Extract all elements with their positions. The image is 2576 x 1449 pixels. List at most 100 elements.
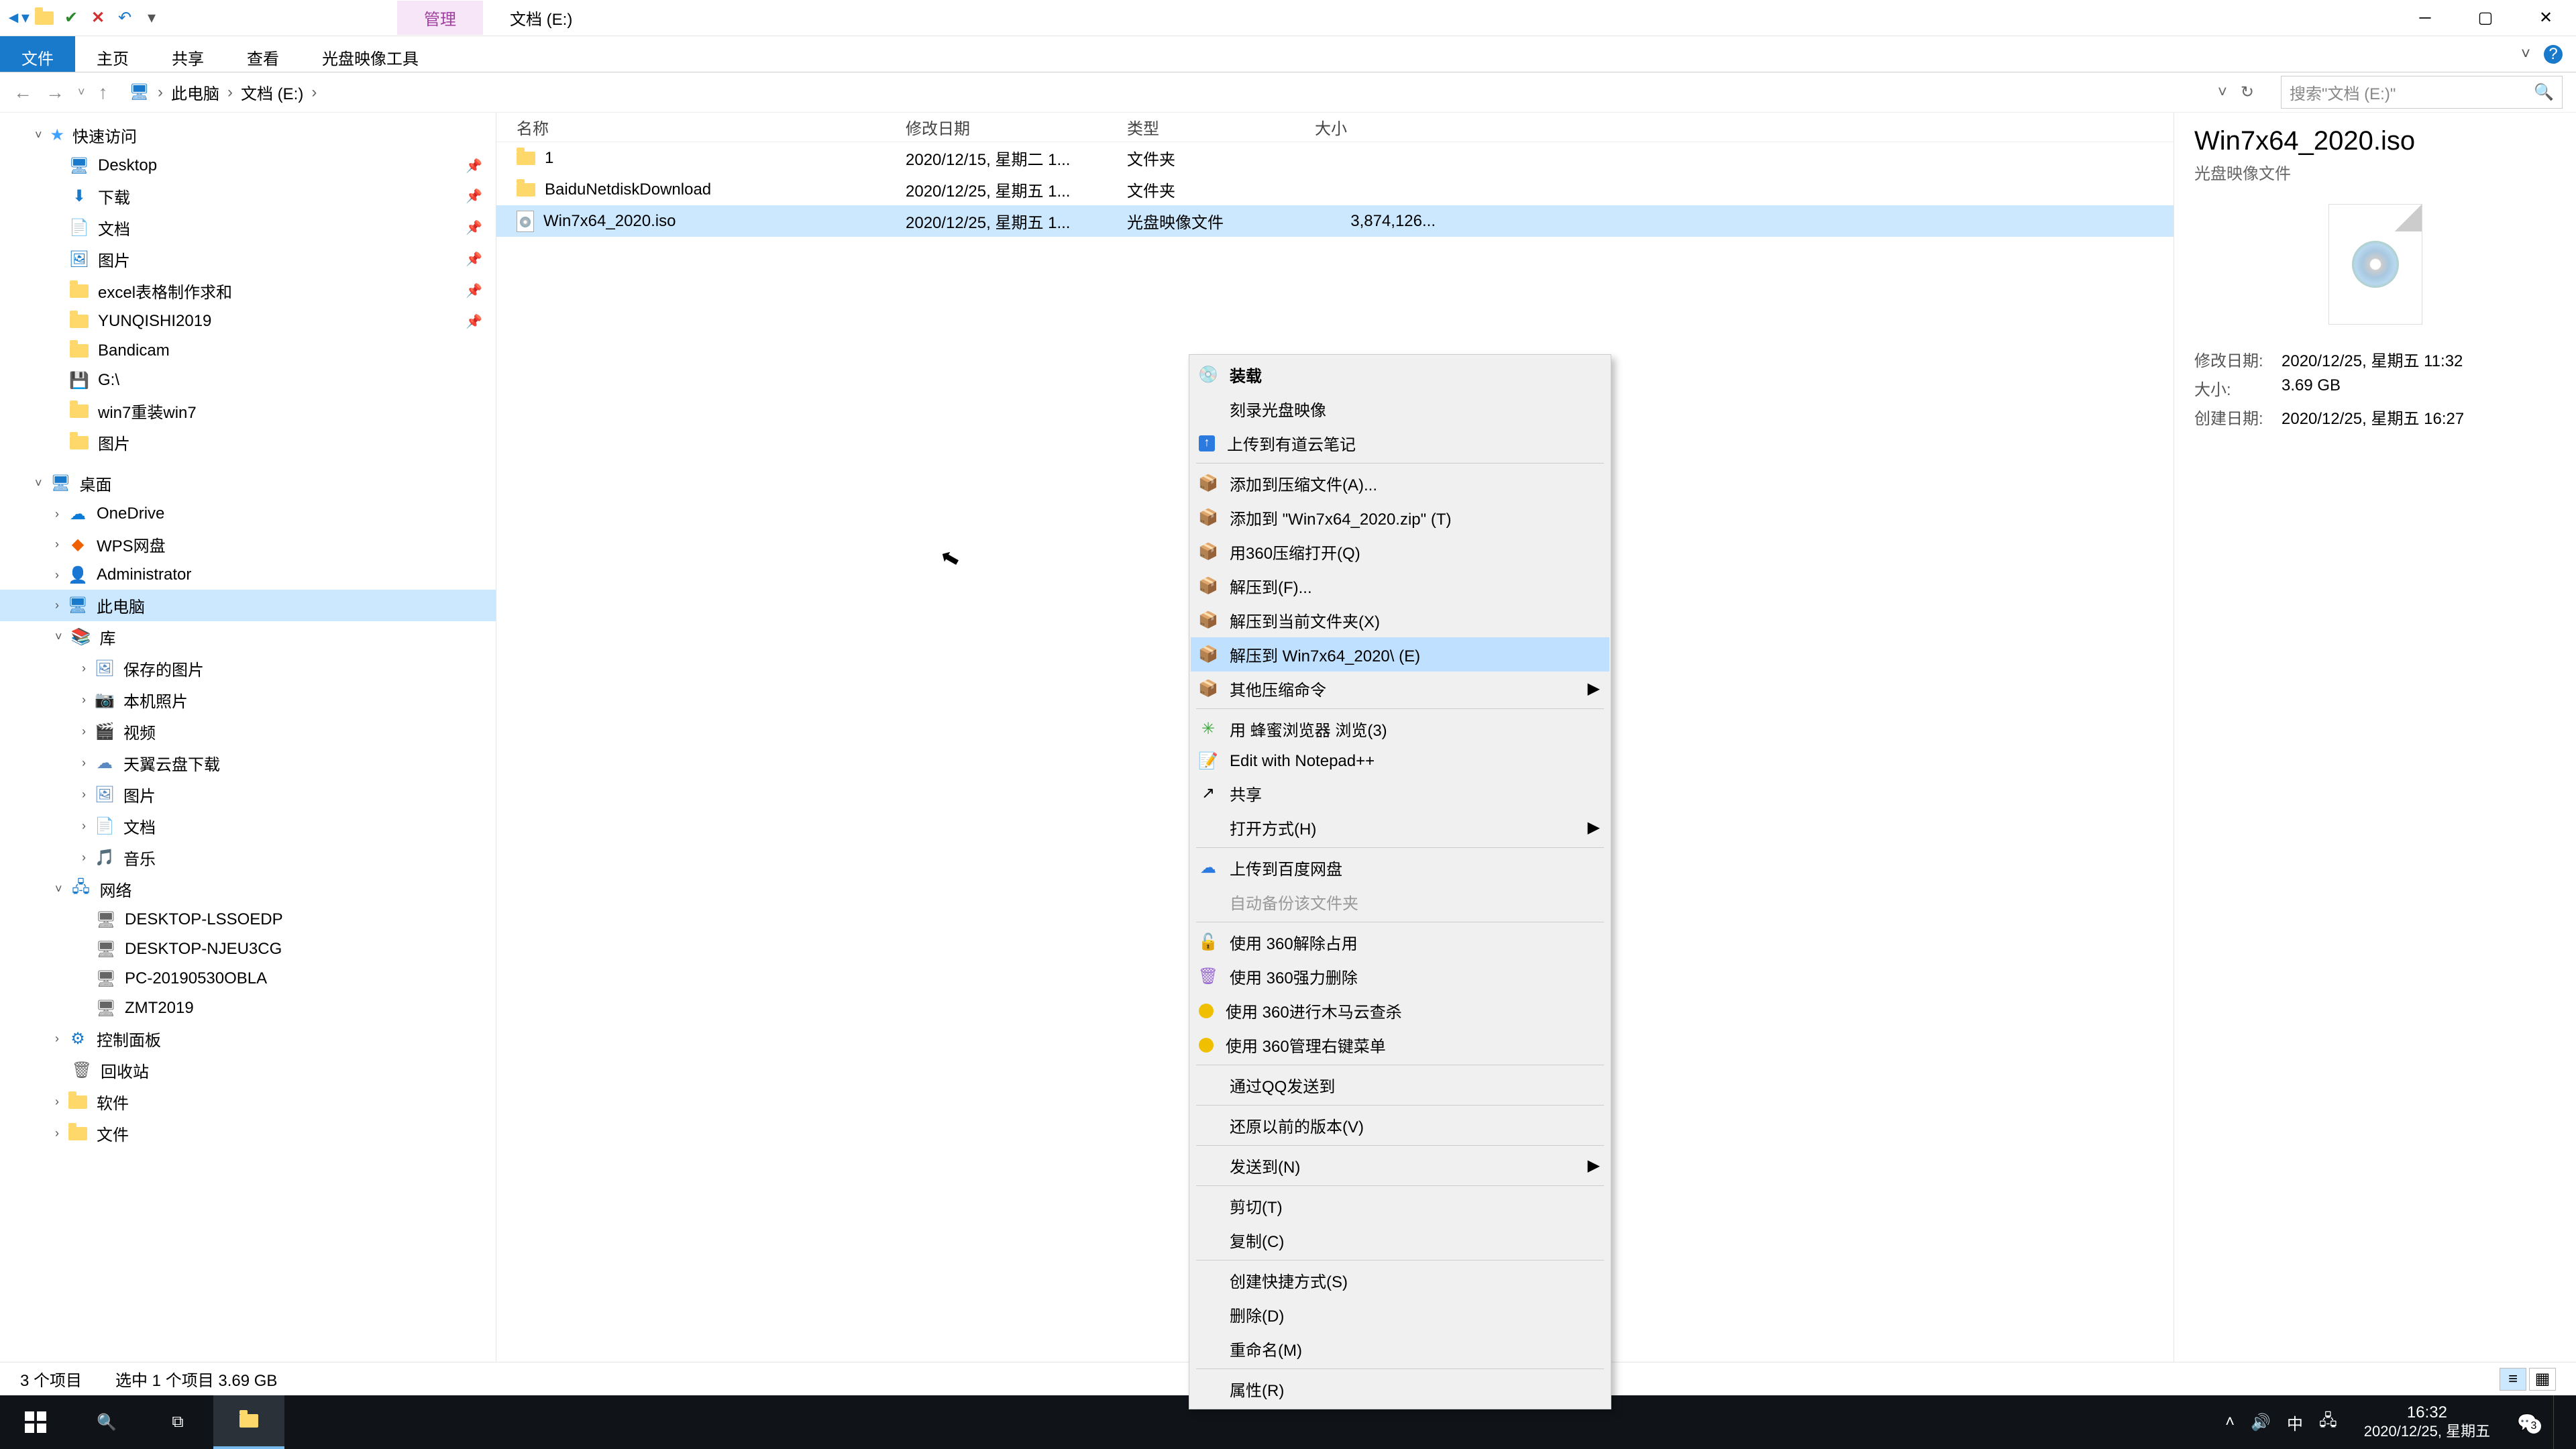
task-view-button[interactable]: ⧉ <box>142 1395 213 1449</box>
ctx-add-archive[interactable]: 📦添加到压缩文件(A)... <box>1191 466 1609 500</box>
nav-quick-excel[interactable]: excel表格制作求和📌 <box>0 275 496 307</box>
file-row-baidu[interactable]: BaiduNetdiskDownload 2020/12/25, 星期五 1..… <box>496 174 2174 205</box>
search-icon[interactable]: 🔍 <box>2534 83 2554 102</box>
nav-net-pc2[interactable]: 🖥DESKTOP-NJEU3CG <box>0 934 496 964</box>
nav-recycle-bin[interactable]: 🗑回收站 <box>0 1055 496 1086</box>
close-button[interactable]: ✕ <box>2516 0 2576 36</box>
ctx-youdao[interactable]: ↑上传到有道云笔记 <box>1191 426 1609 460</box>
nav-wps[interactable]: ›◆WPS网盘 <box>0 529 496 560</box>
nav-quick-pictures2[interactable]: 图片 <box>0 427 496 458</box>
nav-lib-camera[interactable]: ›📷本机照片 <box>0 684 496 716</box>
nav-quick-access[interactable]: ˅★快速访问 <box>0 119 496 151</box>
nav-back-icon[interactable]: ← <box>13 82 32 103</box>
col-header-type[interactable]: 类型 <box>1127 115 1315 139</box>
nav-quick-bandicam[interactable]: Bandicam <box>0 336 496 366</box>
nav-quick-desktop[interactable]: 🖥Desktop📌 <box>0 151 496 180</box>
nav-lib-pictures[interactable]: ›🖼图片 <box>0 779 496 810</box>
ctx-properties[interactable]: 属性(R) <box>1191 1372 1609 1406</box>
view-details-button[interactable]: ≡ <box>2500 1368 2526 1391</box>
view-icons-button[interactable]: ▦ <box>2529 1368 2556 1391</box>
nav-desktop-root[interactable]: ˅🖥桌面 <box>0 468 496 499</box>
ctx-extract-to[interactable]: 📦解压到(F)... <box>1191 569 1609 603</box>
show-desktop-button[interactable] <box>2553 1395 2563 1449</box>
explorer-taskbar-button[interactable] <box>213 1395 284 1449</box>
ribbon-tab-view[interactable]: 查看 <box>225 36 301 72</box>
ctx-bee-browser[interactable]: ✳用 蜂蜜浏览器 浏览(3) <box>1191 712 1609 746</box>
ctx-cut[interactable]: 剪切(T) <box>1191 1189 1609 1223</box>
nav-this-pc[interactable]: ›🖥此电脑 <box>0 590 496 621</box>
delete-icon[interactable]: ✕ <box>86 6 110 30</box>
ctx-delete[interactable]: 删除(D) <box>1191 1297 1609 1332</box>
network-icon[interactable]: 🖧 <box>2319 1409 2337 1436</box>
start-button[interactable] <box>0 1395 71 1449</box>
taskbar-clock[interactable]: 16:32 2020/12/25, 星期五 <box>2353 1403 2501 1440</box>
refresh-icon[interactable]: ↻ <box>2241 83 2254 102</box>
ribbon-tab-home[interactable]: 主页 <box>75 36 150 72</box>
ribbon-tab-share[interactable]: 共享 <box>150 36 225 72</box>
ribbon-tab-iso-tools[interactable]: 光盘映像工具 <box>301 36 440 72</box>
folder-icon[interactable] <box>32 6 56 30</box>
nav-up-icon[interactable]: ↑ <box>99 82 108 103</box>
col-header-name[interactable]: 名称 <box>517 115 906 139</box>
nav-lib-video[interactable]: ›🎬视频 <box>0 716 496 747</box>
nav-quick-win7reinstall[interactable]: win7重装win7 <box>0 395 496 427</box>
ribbon-tab-file[interactable]: 文件 <box>0 36 75 72</box>
maximize-button[interactable]: ▢ <box>2455 0 2516 36</box>
nav-quick-yunqishi[interactable]: YUNQISHI2019📌 <box>0 307 496 336</box>
ctx-send-qq[interactable]: 通过QQ发送到 <box>1191 1068 1609 1102</box>
nav-forward-icon[interactable]: → <box>46 82 64 103</box>
qat-dropdown-icon[interactable]: ▾ <box>140 6 164 30</box>
action-center-icon[interactable]: 💬3 <box>2517 1413 2537 1432</box>
undo-icon[interactable]: ↶ <box>113 6 137 30</box>
nav-quick-pictures[interactable]: 🖼图片📌 <box>0 244 496 275</box>
nav-quick-gdrive[interactable]: 💾G:\ <box>0 366 496 395</box>
file-row-folder-1[interactable]: 1 2020/12/15, 星期二 1...文件夹 <box>496 142 2174 174</box>
checkmark-icon[interactable]: ✔ <box>59 6 83 30</box>
ctx-copy[interactable]: 复制(C) <box>1191 1223 1609 1257</box>
address-bar[interactable]: 🖥 › 此电脑 › 文档 (E:) › <box>121 76 2204 108</box>
nav-files-folder[interactable]: ›文件 <box>0 1118 496 1149</box>
ctx-360-forcedel[interactable]: 🗑使用 360强力删除 <box>1191 959 1609 994</box>
search-button[interactable]: 🔍 <box>71 1395 142 1449</box>
nav-history-icon[interactable]: ˅ <box>78 85 85 99</box>
ctx-notepadpp[interactable]: 📝Edit with Notepad++ <box>1191 746 1609 776</box>
minimize-button[interactable]: ─ <box>2395 0 2455 36</box>
breadcrumb-this-pc[interactable]: 此电脑 <box>171 80 219 104</box>
nav-administrator[interactable]: ›👤Administrator <box>0 560 496 590</box>
breadcrumb-drive[interactable]: 文档 (E:) <box>241 80 303 104</box>
ctx-other-compress[interactable]: 📦其他压缩命令▶ <box>1191 672 1609 706</box>
ctx-restore[interactable]: 还原以前的版本(V) <box>1191 1108 1609 1142</box>
nav-quick-downloads[interactable]: ⬇下载📌 <box>0 180 496 212</box>
nav-onedrive[interactable]: ›☁OneDrive <box>0 499 496 529</box>
ctx-extract-here[interactable]: 📦解压到当前文件夹(X) <box>1191 603 1609 637</box>
ctx-add-zip[interactable]: 📦添加到 "Win7x64_2020.zip" (T) <box>1191 500 1609 535</box>
ctx-open-with[interactable]: 打开方式(H)▶ <box>1191 810 1609 845</box>
ctx-extract-to-folder[interactable]: 📦解压到 Win7x64_2020\ (E) <box>1191 637 1609 672</box>
nav-net-pc4[interactable]: 🖥ZMT2019 <box>0 994 496 1023</box>
volume-icon[interactable]: 🔊 <box>2251 1413 2271 1432</box>
nav-net-pc3[interactable]: 🖥PC-20190530OBLA <box>0 964 496 994</box>
ctx-360-manage[interactable]: 使用 360管理右键菜单 <box>1191 1028 1609 1062</box>
ctx-rename[interactable]: 重命名(M) <box>1191 1332 1609 1366</box>
nav-libraries[interactable]: ˅📚库 <box>0 621 496 653</box>
back-dropdown-icon[interactable]: ◄▾ <box>5 6 30 30</box>
contextual-tab-manage[interactable]: 管理 <box>397 1 483 35</box>
ctx-mount[interactable]: 💿装载 <box>1191 358 1609 392</box>
nav-lib-music[interactable]: ›🎵音乐 <box>0 842 496 873</box>
file-row-iso[interactable]: Win7x64_2020.iso 2020/12/25, 星期五 1...光盘映… <box>496 205 2174 237</box>
nav-lib-documents[interactable]: ›📄文档 <box>0 810 496 842</box>
ctx-open-360zip[interactable]: 📦用360压缩打开(Q) <box>1191 535 1609 569</box>
nav-control-panel[interactable]: ›⚙控制面板 <box>0 1023 496 1055</box>
nav-lib-tianyi[interactable]: ›☁天翼云盘下载 <box>0 747 496 779</box>
search-input[interactable]: 搜索"文档 (E:)" 🔍 <box>2281 76 2563 109</box>
tray-chevron-icon[interactable]: ˄ <box>2225 1413 2235 1432</box>
nav-quick-documents[interactable]: 📄文档📌 <box>0 212 496 244</box>
ctx-upload-baidu[interactable]: ☁上传到百度网盘 <box>1191 851 1609 885</box>
address-dropdown-icon[interactable]: ˅ <box>2218 83 2227 102</box>
col-header-date[interactable]: 修改日期 <box>906 115 1127 139</box>
nav-software[interactable]: ›软件 <box>0 1086 496 1118</box>
ribbon-expand-icon[interactable]: ˅ <box>2521 45 2530 64</box>
ctx-create-shortcut[interactable]: 创建快捷方式(S) <box>1191 1263 1609 1297</box>
ctx-360-unlock[interactable]: 🔓使用 360解除占用 <box>1191 925 1609 959</box>
nav-lib-saved[interactable]: ›🖼保存的图片 <box>0 653 496 684</box>
